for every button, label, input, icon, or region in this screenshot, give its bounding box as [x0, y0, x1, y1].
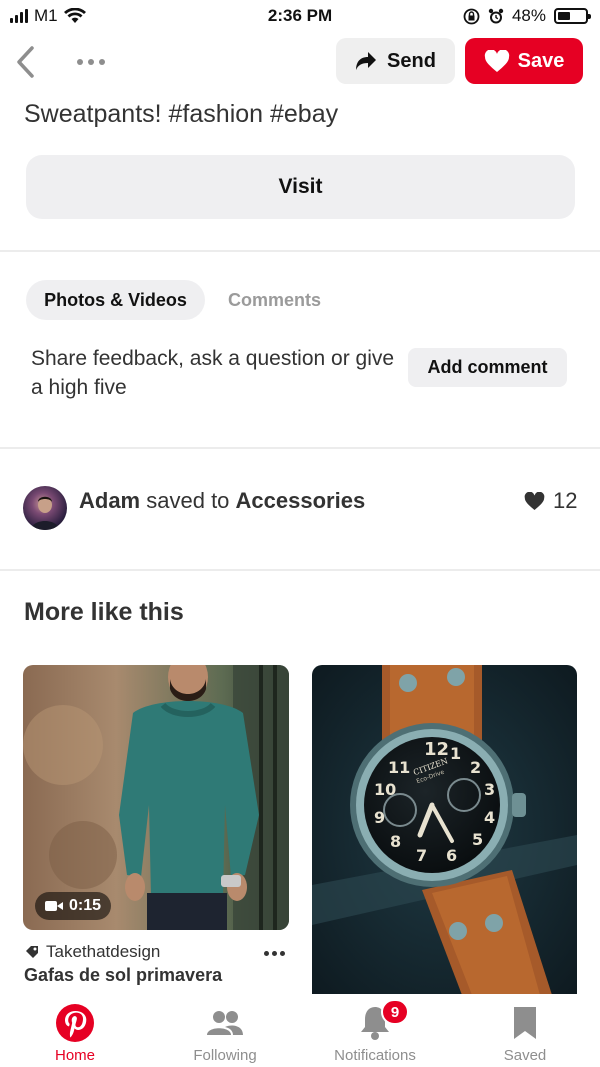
- section-divider: [0, 250, 600, 252]
- battery-percent: 48%: [511, 6, 546, 25]
- status-right: 48%: [463, 6, 591, 26]
- tab-photos-videos[interactable]: Photos & Videos: [26, 280, 205, 320]
- battery-icon: [554, 8, 591, 24]
- like-count-value: 12: [553, 488, 578, 513]
- video-camera-icon: [45, 901, 63, 911]
- section-divider: [0, 569, 600, 571]
- save-label: Save: [517, 49, 565, 72]
- svg-text:7: 7: [416, 846, 427, 865]
- chevron-left-icon: [17, 46, 34, 78]
- more-options-button[interactable]: [70, 48, 112, 76]
- pin-card-watch[interactable]: 12 1 2 3 4 5 6 7 8 9 10 11 CITIZEN Eco-D…: [312, 665, 577, 995]
- bottom-tab-bar: Home Following 9 Notifications Saved: [0, 994, 600, 1067]
- avatar-image: [31, 496, 59, 530]
- tab-label: Following: [193, 1047, 257, 1064]
- like-count[interactable]: 12: [524, 488, 577, 514]
- svg-text:11: 11: [388, 758, 410, 777]
- saver-name[interactable]: Adam: [79, 488, 140, 513]
- pin-source[interactable]: Takethatdesign: [25, 942, 160, 962]
- section-divider: [0, 447, 600, 449]
- video-duration-badge: 0:15: [35, 892, 112, 920]
- send-label: Send: [387, 49, 436, 72]
- add-comment-button[interactable]: Add comment: [408, 348, 567, 387]
- pin-description: Sweatpants! #fashion #ebay: [24, 100, 339, 128]
- description-overflow: [24, 82, 564, 90]
- avatar[interactable]: [23, 486, 67, 530]
- visit-button[interactable]: Visit: [26, 155, 575, 219]
- heart-icon: [484, 49, 509, 72]
- citizen-watch-photo: 12 1 2 3 4 5 6 7 8 9 10 11 CITIZEN Eco-D…: [312, 665, 577, 995]
- pin-source-name: Takethatdesign: [46, 942, 161, 961]
- tab-label: Saved: [503, 1047, 547, 1064]
- tab-comments[interactable]: Comments: [228, 280, 321, 320]
- svg-text:2: 2: [470, 758, 481, 777]
- feedback-prompt: Share feedback, ask a question or give a…: [31, 347, 395, 399]
- saved-by-line: Adam saved to Accessories: [79, 488, 365, 514]
- board-name[interactable]: Accessories: [236, 488, 366, 513]
- heart-icon: [524, 491, 545, 510]
- battery-level: [558, 12, 571, 20]
- tab-saved[interactable]: Saved: [450, 994, 600, 1067]
- share-arrow-icon: [356, 52, 377, 70]
- rotation-lock-icon: [463, 8, 480, 24]
- alarm-icon: [488, 8, 504, 23]
- svg-text:9: 9: [374, 808, 385, 827]
- svg-text:5: 5: [472, 830, 483, 849]
- man-green-sweater-photo: [23, 665, 289, 930]
- svg-text:6: 6: [446, 846, 457, 865]
- tab-label: Home: [54, 1047, 95, 1064]
- ellipsis-icon: [264, 950, 269, 956]
- pin-title[interactable]: Gafas de sol primavera: [24, 965, 222, 986]
- more-like-this-heading: More like this: [24, 598, 184, 626]
- people-icon: [207, 1011, 243, 1035]
- notification-badge: 9: [381, 999, 409, 1025]
- svg-text:1: 1: [450, 744, 461, 763]
- svg-text:4: 4: [484, 808, 495, 827]
- pinterest-logo-icon: [56, 1004, 94, 1042]
- pin-header: Send Save: [0, 36, 600, 88]
- saved-action: saved to: [146, 488, 230, 513]
- ellipsis-icon: [77, 59, 83, 65]
- tab-notifications[interactable]: 9 Notifications: [300, 994, 450, 1067]
- tab-label: Notifications: [334, 1047, 416, 1064]
- save-button[interactable]: Save: [465, 38, 583, 84]
- bookmark-icon: [514, 1007, 536, 1039]
- back-button[interactable]: [10, 42, 40, 82]
- svg-text:8: 8: [390, 832, 401, 851]
- tab-home[interactable]: Home: [0, 994, 150, 1067]
- pin-more-button[interactable]: [264, 946, 288, 960]
- pin-card-sweater[interactable]: 0:15: [23, 665, 289, 930]
- send-button[interactable]: Send: [336, 38, 455, 84]
- svg-text:10: 10: [374, 780, 396, 799]
- status-bar: M1 2:36 PM 48%: [0, 0, 600, 32]
- video-duration: 0:15: [69, 897, 102, 914]
- tab-following[interactable]: Following: [150, 994, 300, 1067]
- svg-text:3: 3: [484, 780, 495, 799]
- tag-icon: [26, 946, 38, 958]
